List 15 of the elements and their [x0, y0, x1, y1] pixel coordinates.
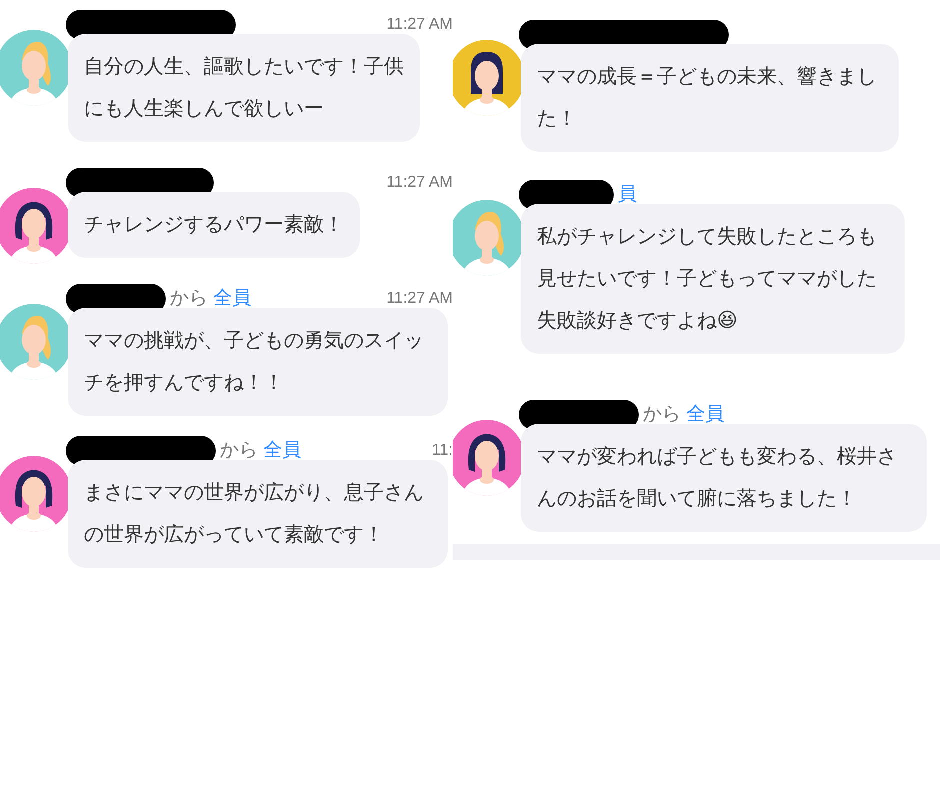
message-bubble: ママの挑戦が、子どもの勇気のスイッチを押すんですね！！ — [68, 308, 448, 416]
message-bubble: ママの成長＝子どもの未来、響きました！ — [521, 44, 899, 152]
message-bubble: 自分の人生、謳歌したいです！子供にも人生楽しんで欲しいー — [68, 34, 420, 142]
message-time: 11: — [432, 441, 453, 461]
recipient-label: から 全員 — [220, 438, 302, 463]
message-bubble: まさにママの世界が広がり、息子さんの世界が広がっていて素敵です！ — [68, 460, 448, 568]
recipient-label: から 全員 — [170, 286, 252, 311]
message-time: 11:27 AM — [386, 15, 453, 35]
message-bubble: チャレンジするパワー素敵！ — [68, 192, 360, 258]
message-bubble: 私がチャレンジして失敗したところも見せたいです！子どもってママがした失敗談好きですよね😆 — [521, 204, 905, 354]
message-time: 11:27 AM — [386, 173, 453, 193]
message-bubble: ママが変われば子どもも変わる、桜井さんのお話を聞いて腑に落ちました！ — [521, 424, 927, 532]
recipient-label: 員 — [618, 182, 637, 207]
message-time: 11:27 AM — [386, 289, 453, 309]
recipient-label: から 全員 — [643, 402, 724, 427]
